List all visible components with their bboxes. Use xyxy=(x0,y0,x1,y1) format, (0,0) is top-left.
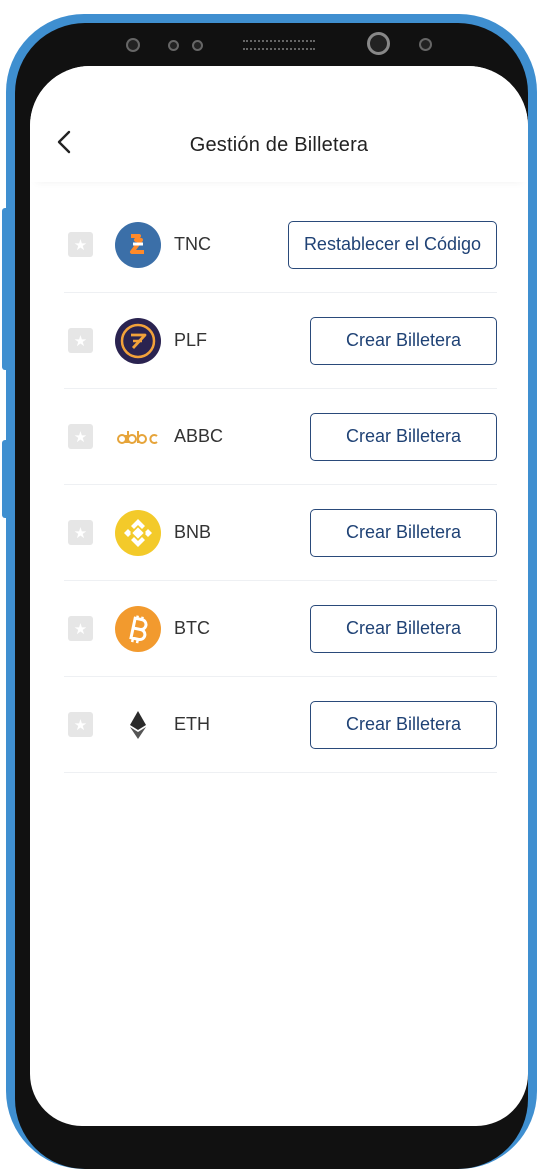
favorite-star-icon[interactable]: ★ xyxy=(68,616,93,641)
favorite-star-icon[interactable]: ★ xyxy=(68,712,93,737)
sensor-icon xyxy=(419,38,432,51)
plf-icon xyxy=(115,317,161,364)
front-camera-icon xyxy=(367,32,390,55)
wallet-row-plf: ★ PLF Crear Billetera xyxy=(64,293,497,389)
abbc-icon xyxy=(115,414,161,460)
wallet-row-btc: ★ BTC Crear Billetera xyxy=(64,581,497,677)
bnb-icon xyxy=(115,509,161,556)
favorite-star-icon[interactable]: ★ xyxy=(68,424,93,449)
wallet-symbol: BNB xyxy=(174,522,212,542)
page-title: Gestión de Billetera xyxy=(189,134,369,156)
favorite-star-icon[interactable]: ★ xyxy=(68,232,93,257)
side-button xyxy=(2,440,10,518)
wallet-symbol: ABBC xyxy=(174,426,224,446)
sensor-icon xyxy=(192,40,203,51)
wallet-row-tnc: ★ TNC Restablecer el Código xyxy=(64,197,497,293)
wallet-symbol: ETH xyxy=(174,714,210,734)
create-wallet-button[interactable]: Crear Billetera xyxy=(310,604,497,653)
create-wallet-button[interactable]: Crear Billetera xyxy=(310,316,497,365)
reset-code-button[interactable]: Restablecer el Código xyxy=(288,220,497,269)
volume-button xyxy=(2,208,10,370)
wallet-list: ★ TNC Restablecer el Código ★ PLF Crear … xyxy=(64,197,497,773)
app-header: Gestión de Billetera xyxy=(30,66,528,182)
speaker-grille xyxy=(243,40,315,50)
sensor-icon xyxy=(126,38,140,52)
wallet-row-eth: ★ ETH Crear Billetera xyxy=(64,677,497,773)
tnc-icon xyxy=(115,221,161,268)
wallet-symbol: BTC xyxy=(174,618,210,638)
create-wallet-button[interactable]: Crear Billetera xyxy=(310,412,497,461)
wallet-symbol: PLF xyxy=(174,330,208,350)
sensor-icon xyxy=(168,40,179,51)
eth-icon xyxy=(115,702,161,748)
wallet-symbol: TNC xyxy=(174,234,211,254)
wallet-row-abbc: ★ ABBC Crear Billetera xyxy=(64,389,497,485)
create-wallet-button[interactable]: Crear Billetera xyxy=(310,700,497,749)
favorite-star-icon[interactable]: ★ xyxy=(68,328,93,353)
wallet-row-bnb: ★ BNB Crear Billetera xyxy=(64,485,497,581)
btc-icon xyxy=(115,605,161,652)
app-screen: Gestión de Billetera ★ TNC Restablecer e… xyxy=(30,66,528,1126)
favorite-star-icon[interactable]: ★ xyxy=(68,520,93,545)
create-wallet-button[interactable]: Crear Billetera xyxy=(310,508,497,557)
